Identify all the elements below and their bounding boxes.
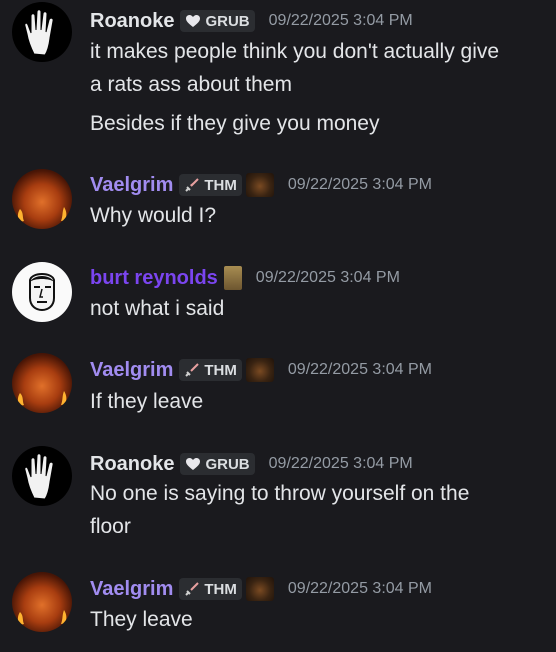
- role-tag[interactable]: GRUB: [180, 10, 255, 32]
- message-text: it makes people think you don't actually…: [90, 40, 500, 63]
- role-tag-label: THM: [204, 580, 237, 598]
- flaming-orb-icon: [17, 610, 67, 625]
- author-name[interactable]: Vaelgrim: [90, 576, 173, 602]
- sword-icon: [185, 582, 200, 596]
- avatar[interactable]: [12, 353, 72, 413]
- role-tag[interactable]: THM: [179, 174, 242, 196]
- role-tag-label: THM: [204, 176, 237, 194]
- avatar[interactable]: [12, 446, 72, 506]
- role-tag[interactable]: THM: [179, 359, 242, 381]
- decoration-image: [245, 173, 274, 197]
- message-text: They leave: [90, 608, 193, 631]
- heart-icon: [186, 15, 201, 27]
- avatar[interactable]: [12, 572, 72, 632]
- message-text: a rats ass about them: [90, 73, 292, 96]
- role-tag[interactable]: GRUB: [180, 453, 255, 475]
- white-hand-icon: [24, 453, 54, 500]
- author-name[interactable]: Roanoke: [90, 8, 174, 34]
- avatar[interactable]: [12, 2, 72, 62]
- cartoon-face-icon: [29, 273, 55, 312]
- role-tag-label: THM: [204, 361, 237, 379]
- role-tag-label: GRUB: [205, 12, 250, 30]
- decoration-image: [245, 358, 274, 382]
- chat-message-list: Roanoke GRUB 09/22/2025 3:04 PM it makes…: [0, 0, 556, 652]
- decoration-image: [245, 577, 274, 601]
- author-name[interactable]: burt reynolds: [90, 265, 218, 291]
- message-text: floor: [90, 515, 131, 538]
- sword-icon: [185, 178, 200, 192]
- timestamp[interactable]: 09/22/2025 3:04 PM: [288, 361, 432, 379]
- flaming-orb-icon: [17, 391, 67, 406]
- author-name[interactable]: Roanoke: [90, 451, 174, 477]
- message-text: not what i said: [90, 297, 225, 320]
- message-text: Besides if they give you money: [90, 112, 380, 135]
- timestamp[interactable]: 09/22/2025 3:04 PM: [288, 176, 432, 194]
- heart-icon: [186, 458, 201, 470]
- timestamp[interactable]: 09/22/2025 3:04 PM: [269, 12, 413, 30]
- message-text: Why would I?: [90, 204, 217, 227]
- author-name[interactable]: Vaelgrim: [90, 357, 173, 383]
- white-hand-icon: [24, 9, 54, 56]
- timestamp[interactable]: 09/22/2025 3:04 PM: [256, 269, 400, 287]
- sword-icon: [185, 363, 200, 377]
- avatar[interactable]: [12, 169, 72, 229]
- flaming-orb-icon: [17, 207, 67, 222]
- role-tag[interactable]: THM: [179, 578, 242, 600]
- message-text: No one is saying to throw yourself on th…: [90, 482, 470, 505]
- role-tag-label: GRUB: [205, 455, 250, 473]
- message-text: If they leave: [90, 390, 204, 413]
- timestamp[interactable]: 09/22/2025 3:04 PM: [269, 455, 413, 473]
- card-badge-icon[interactable]: [223, 266, 242, 290]
- avatar[interactable]: [12, 262, 72, 322]
- author-name[interactable]: Vaelgrim: [90, 172, 173, 198]
- timestamp[interactable]: 09/22/2025 3:04 PM: [288, 580, 432, 598]
